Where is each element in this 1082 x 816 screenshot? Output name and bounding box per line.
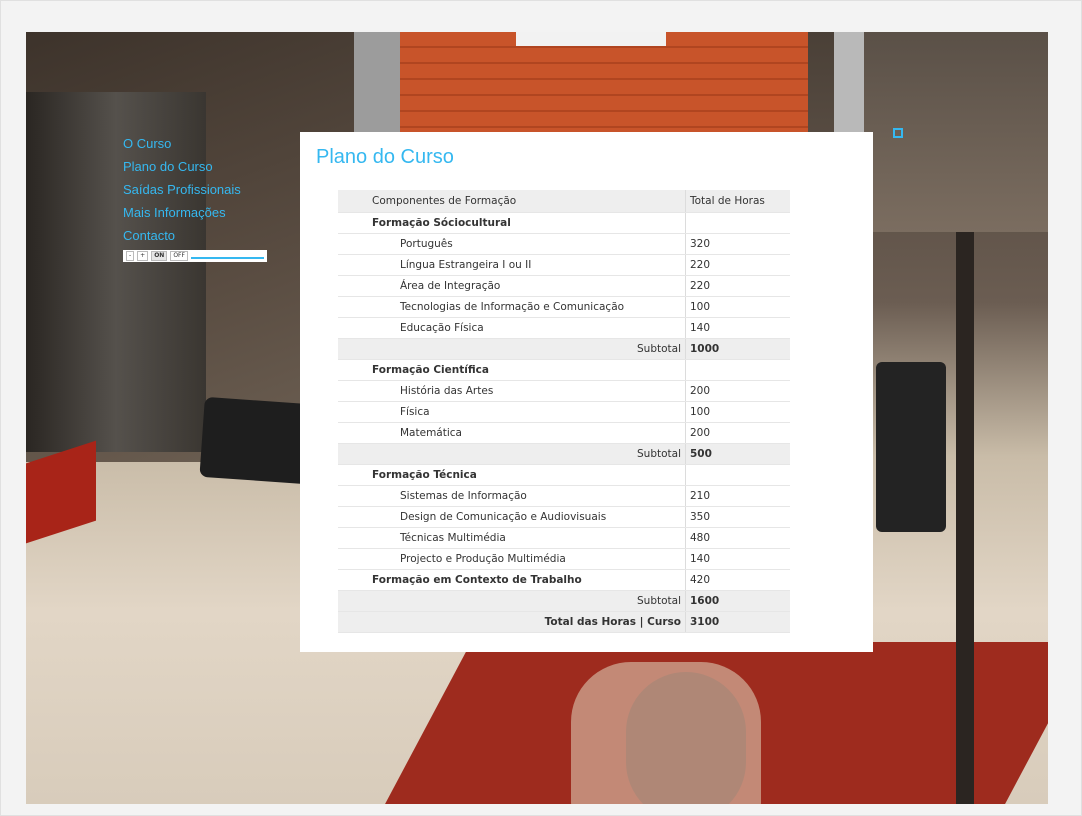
- group-row: Formação em Contexto de Trabalho 420: [338, 569, 790, 591]
- group-row: Formação Científica: [338, 359, 790, 381]
- cell-component: Subtotal: [338, 443, 686, 465]
- background-desk-groove: [956, 232, 974, 804]
- expand-icon[interactable]: [893, 128, 903, 138]
- main-nav: O Curso Plano do Curso Saídas Profission…: [123, 132, 241, 247]
- cell-component: Subtotal: [338, 590, 686, 612]
- group-row: Formação Sóciocultural: [338, 212, 790, 234]
- nav-item-mais-informacoes[interactable]: Mais Informações: [123, 201, 241, 224]
- nav-item-o-curso[interactable]: O Curso: [123, 132, 241, 155]
- course-plan-table: Componentes de Formação Total de Horas F…: [338, 190, 790, 633]
- cell-hours: 500: [685, 443, 790, 465]
- nav-item-saidas-profissionais[interactable]: Saídas Profissionais: [123, 178, 241, 201]
- cell-component: Formação Técnica: [338, 464, 686, 486]
- background-screen-window: [516, 32, 666, 46]
- subtotal-row: Subtotal 1000: [338, 338, 790, 360]
- cell-component: Subtotal: [338, 338, 686, 360]
- cell-hours: [685, 212, 790, 234]
- cell-hours: [685, 464, 790, 486]
- table-row: Técnicas Multimédia 480: [338, 527, 790, 549]
- cell-hours: 480: [685, 527, 790, 549]
- content-panel: Plano do Curso Componentes de Formação T…: [300, 132, 873, 652]
- table-row: Design de Comunicação e Audiovisuais 350: [338, 506, 790, 528]
- table-row: Língua Estrangeira I ou II 220: [338, 254, 790, 276]
- cell-component: Formação Sóciocultural: [338, 212, 686, 234]
- table-row: Sistemas de Informação 210: [338, 485, 790, 507]
- background-hand: [571, 662, 761, 804]
- cell-hours: 220: [685, 275, 790, 297]
- cell-component: Tecnologias de Informação e Comunicação: [338, 296, 686, 318]
- cell-hours: 320: [685, 233, 790, 255]
- cell-component: Sistemas de Informação: [338, 485, 686, 507]
- cell-component: Português: [338, 233, 686, 255]
- player-on-button[interactable]: ON: [151, 251, 168, 261]
- total-row: Total das Horas | Curso 3100: [338, 611, 790, 633]
- cell-component: Técnicas Multimédia: [338, 527, 686, 549]
- table-row: Educação Física 140: [338, 317, 790, 339]
- cell-hours: 200: [685, 380, 790, 402]
- music-player-controls: - + ON OFF: [123, 250, 267, 262]
- cell-component: Área de Integração: [338, 275, 686, 297]
- cell-component: Matemática: [338, 422, 686, 444]
- player-off-button[interactable]: OFF: [170, 251, 188, 261]
- table-row: Área de Integração 220: [338, 275, 790, 297]
- table-header-row: Componentes de Formação Total de Horas: [338, 190, 790, 213]
- volume-slider[interactable]: [190, 253, 264, 259]
- cell-hours: 140: [685, 317, 790, 339]
- cell-hours: 350: [685, 506, 790, 528]
- cell-hours: 420: [685, 569, 790, 591]
- cell-component: Física: [338, 401, 686, 423]
- cell-component: Educação Física: [338, 317, 686, 339]
- cell-component: Total das Horas | Curso: [338, 611, 686, 633]
- cell-hours: 220: [685, 254, 790, 276]
- cell-hours: [685, 359, 790, 381]
- table-row: História das Artes 200: [338, 380, 790, 402]
- background-keyboard-right: [876, 362, 946, 532]
- subtotal-row: Subtotal 500: [338, 443, 790, 465]
- cell-hours: 100: [685, 296, 790, 318]
- column-header-components: Componentes de Formação: [338, 190, 686, 213]
- cell-component: História das Artes: [338, 380, 686, 402]
- table-row: Tecnologias de Informação e Comunicação 1…: [338, 296, 790, 318]
- player-prev-button[interactable]: -: [126, 251, 135, 261]
- cell-component: Formação Científica: [338, 359, 686, 381]
- subtotal-row: Subtotal 1600: [338, 590, 790, 612]
- table-body: Formação Sóciocultural Português 320 Língua…: [338, 212, 790, 633]
- cell-component: Língua Estrangeira I ou II: [338, 254, 686, 276]
- cell-hours: 100: [685, 401, 790, 423]
- cell-hours: 1000: [685, 338, 790, 360]
- nav-item-plano-do-curso[interactable]: Plano do Curso: [123, 155, 241, 178]
- table-row: Física 100: [338, 401, 790, 423]
- table-row: Projecto e Produção Multimédia 140: [338, 548, 790, 570]
- cell-component: Design de Comunicação e Audiovisuais: [338, 506, 686, 528]
- page-title: Plano do Curso: [316, 146, 454, 168]
- table-row: Matemática 200: [338, 422, 790, 444]
- cell-hours: 3100: [685, 611, 790, 633]
- background-wall-right: [864, 32, 1048, 232]
- cell-hours: 140: [685, 548, 790, 570]
- background-brick-screen: [398, 32, 808, 142]
- table-row: Português 320: [338, 233, 790, 255]
- player-next-button[interactable]: +: [137, 251, 149, 261]
- column-header-hours: Total de Horas: [685, 190, 790, 213]
- cell-component: Projecto e Produção Multimédia: [338, 548, 686, 570]
- nav-item-contacto[interactable]: Contacto: [123, 224, 241, 247]
- cell-hours: 1600: [685, 590, 790, 612]
- cell-hours: 210: [685, 485, 790, 507]
- cell-component: Formação em Contexto de Trabalho: [338, 569, 686, 591]
- group-row: Formação Técnica: [338, 464, 790, 486]
- cell-hours: 200: [685, 422, 790, 444]
